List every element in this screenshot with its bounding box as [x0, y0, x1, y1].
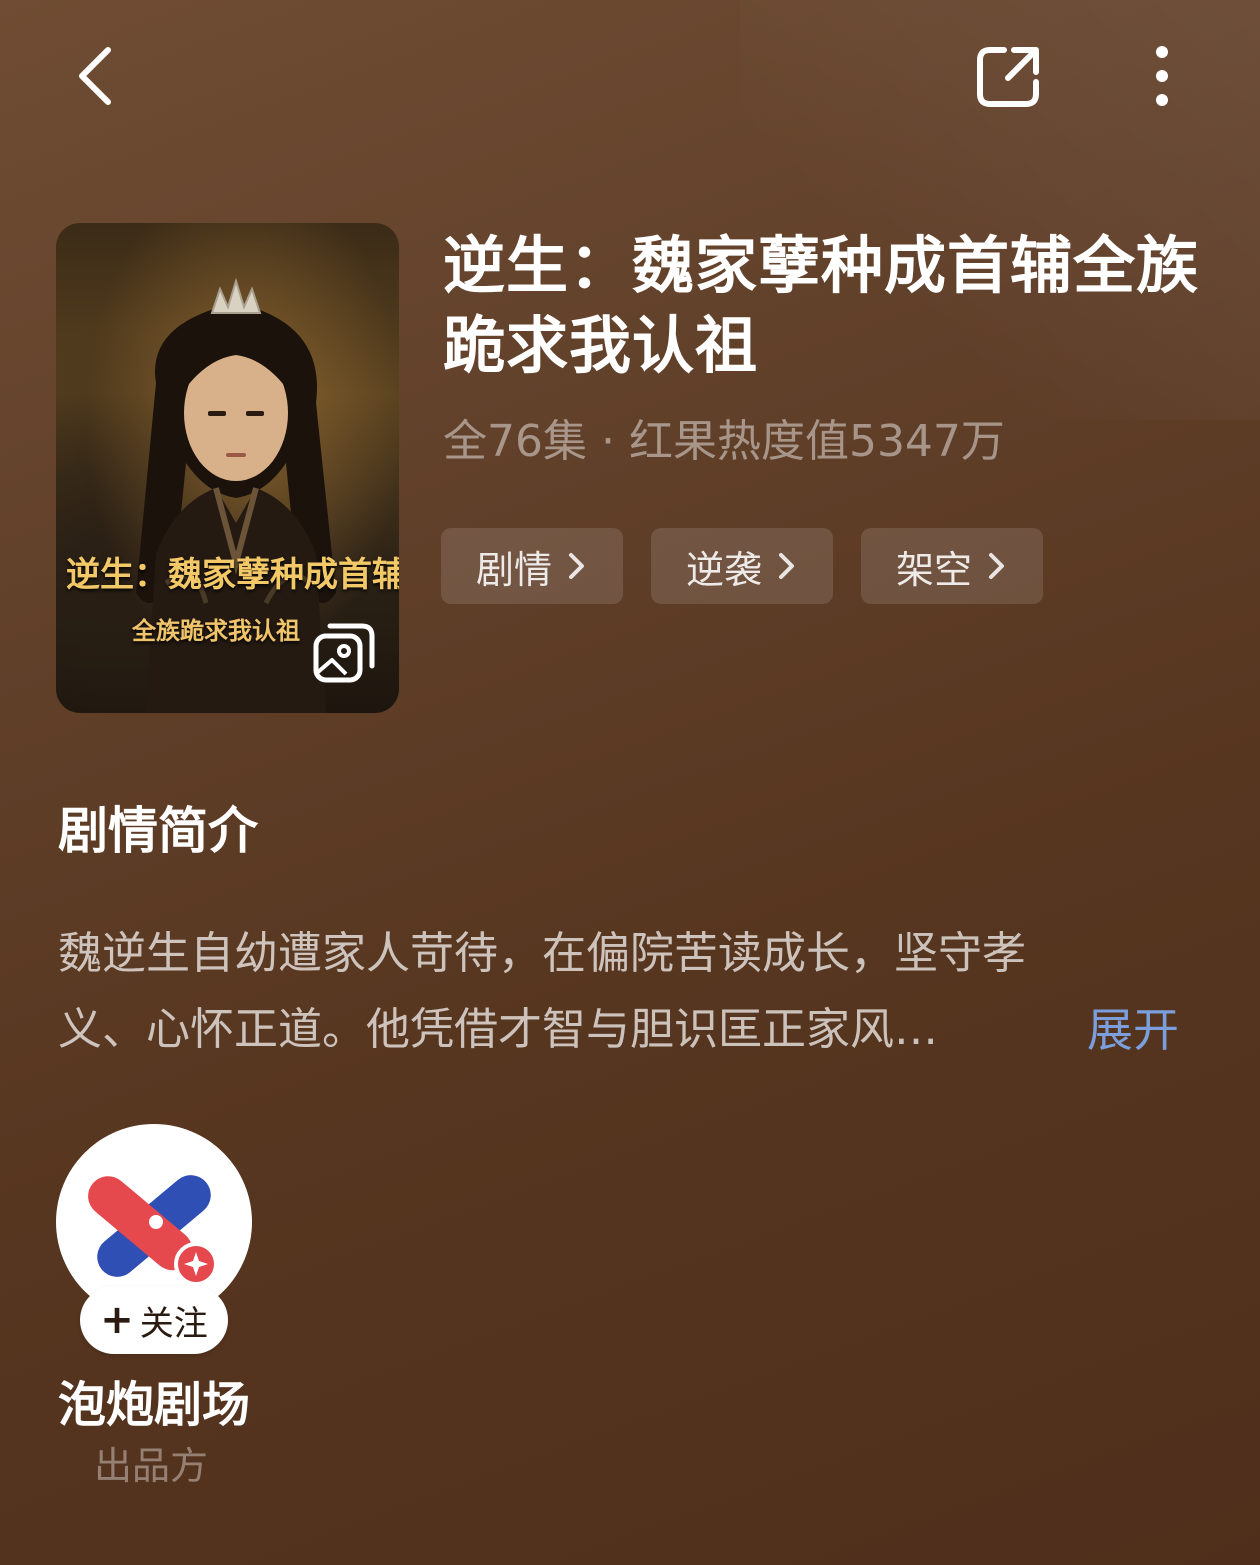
chevron-right-icon	[569, 553, 584, 579]
producer-role: 出品方	[94, 1444, 209, 1488]
tag-list: 剧情 逆袭 架空	[441, 528, 1043, 604]
gallery-icon	[313, 623, 375, 683]
drama-meta: 全76集 · 红果热度值5347万	[443, 416, 1005, 467]
expand-link[interactable]: 展开	[1087, 992, 1179, 1068]
back-button[interactable]	[62, 40, 134, 112]
tag-label: 逆袭	[685, 547, 762, 592]
chevron-right-icon	[779, 553, 794, 579]
drama-title: 逆生：魏家孽种成首辅全族跪求我认祖	[443, 229, 1200, 382]
poster-title-art: 逆生：魏家孽种成首辅	[66, 555, 399, 595]
synopsis-line-2: 义、心怀正道。他凭借才智与胆识匡正家风…	[58, 1004, 938, 1055]
synopsis-line-1: 魏逆生自幼遭家人苛待，在偏院苦读成长，坚守孝	[58, 928, 1026, 979]
share-icon	[977, 47, 1039, 107]
more-vertical-icon	[1156, 46, 1168, 106]
chevron-right-icon	[989, 553, 1004, 579]
follow-label: 关注	[139, 1303, 208, 1344]
top-bar	[0, 0, 1260, 160]
chevron-left-icon	[79, 47, 111, 105]
tag-fictional[interactable]: 架空	[861, 528, 1043, 604]
synopsis-text: 魏逆生自幼遭家人苛待，在偏院苦读成长，坚守孝 义、心怀正道。他凭借才智与胆识匡正…	[58, 916, 1198, 1068]
synopsis-heading: 剧情简介	[58, 802, 258, 860]
follow-button[interactable]: + 关注	[80, 1286, 228, 1354]
share-button[interactable]	[968, 40, 1048, 112]
more-button[interactable]	[1130, 40, 1194, 112]
gallery-button[interactable]	[312, 620, 376, 684]
tag-plot[interactable]: 剧情	[441, 528, 623, 604]
tag-label: 架空	[895, 547, 972, 592]
producer-name[interactable]: 泡炮剧场	[58, 1372, 250, 1438]
plus-icon: +	[100, 1297, 134, 1343]
tag-label: 剧情	[475, 547, 552, 592]
tag-comeback[interactable]: 逆袭	[651, 528, 833, 604]
